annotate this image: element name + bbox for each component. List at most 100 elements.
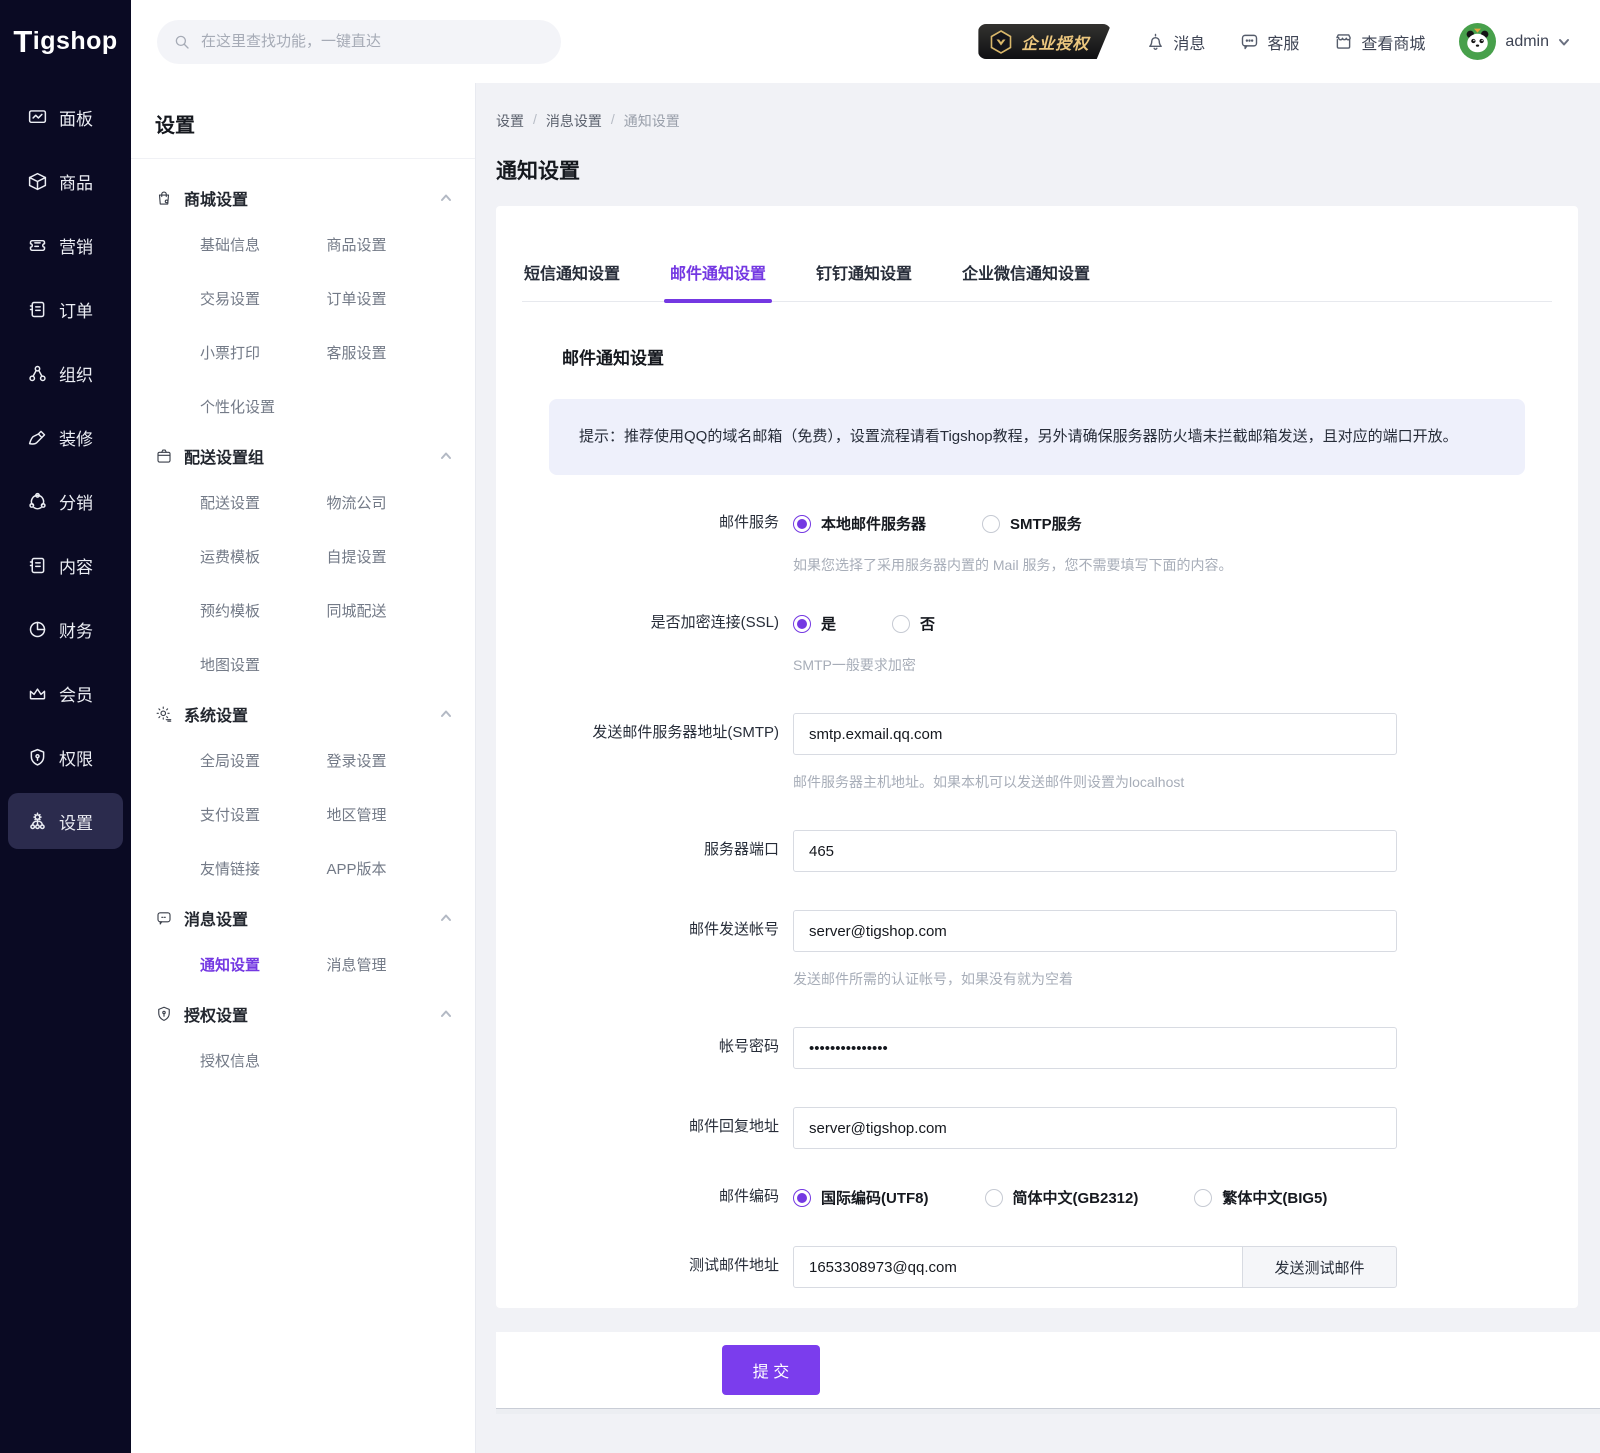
submenu-item[interactable]: 自提设置 (327, 546, 454, 567)
radio-encoding-utf8[interactable]: 国际编码(UTF8) (793, 1187, 929, 1208)
form-row-test-email: 测试邮件地址 发送测试邮件 (522, 1246, 1552, 1288)
radio-encoding-big5[interactable]: 繁体中文(BIG5) (1194, 1187, 1327, 1208)
sidebar-item-content[interactable]: 内容 (0, 533, 131, 597)
license-label: 企业授权 (1021, 30, 1089, 54)
settings-sidebar-title: 设置 (131, 83, 475, 159)
sidebar-item-dashboard[interactable]: 面板 (0, 85, 131, 149)
radio-local-mail-server[interactable]: 本地邮件服务器 (793, 513, 926, 534)
form-row-smtp-host: 发送邮件服务器地址(SMTP) 邮件服务器主机地址。如果本机可以发送邮件则设置为… (522, 713, 1552, 792)
field-label: 邮件发送帐号 (522, 910, 779, 989)
submenu-item[interactable]: 预约模板 (200, 600, 327, 621)
group-header-delivery-settings[interactable]: 配送设置组 (155, 444, 453, 468)
breadcrumb-item[interactable]: 消息设置 (546, 111, 602, 131)
radio-label: 繁体中文(BIG5) (1222, 1187, 1327, 1208)
account-password-input[interactable] (793, 1027, 1397, 1069)
submit-button[interactable]: 提 交 (722, 1345, 820, 1395)
sidebar-item-label: 商品 (59, 169, 93, 194)
submenu-item[interactable]: 客服设置 (327, 342, 454, 363)
support-button[interactable]: 客服 (1239, 30, 1299, 54)
reply-address-input[interactable] (793, 1107, 1397, 1149)
submenu-item[interactable]: 运费模板 (200, 546, 327, 567)
tab-wecom-notification[interactable]: 企业微信通知设置 (960, 260, 1092, 284)
chevron-up-icon[interactable] (439, 191, 453, 205)
breadcrumb-item-current: 通知设置 (624, 111, 680, 131)
submenu-item-notification-settings[interactable]: 通知设置 (200, 954, 327, 975)
radio-icon (892, 615, 910, 633)
notice-banner: 提示：推荐使用QQ的域名邮箱（免费），设置流程请看Tigshop教程，另外请确保… (549, 399, 1525, 475)
submenu-item[interactable]: 地图设置 (200, 654, 327, 675)
search-input[interactable] (157, 20, 561, 64)
smtp-host-input[interactable] (793, 713, 1397, 755)
submenu-item[interactable]: 支付设置 (200, 804, 327, 825)
field-control (793, 1027, 1397, 1069)
chevron-up-icon[interactable] (439, 911, 453, 925)
group-header-license-settings[interactable]: 授权设置 (155, 1002, 453, 1026)
test-email-input[interactable] (793, 1246, 1243, 1288)
server-port-input[interactable] (793, 830, 1397, 872)
sidebar-item-members[interactable]: 会员 (0, 661, 131, 725)
sidebar-item-settings[interactable]: 设置 (8, 793, 123, 849)
brush-icon (27, 427, 48, 448)
sidebar-item-label: 设置 (59, 809, 93, 834)
field-help: 发送邮件所需的认证帐号，如果没有就为空着 (793, 969, 1397, 989)
submenu-item[interactable]: 商品设置 (327, 234, 454, 255)
sidebar-item-organization[interactable]: 组织 (0, 341, 131, 405)
chevron-up-icon[interactable] (439, 707, 453, 721)
sidebar-item-orders[interactable]: 订单 (0, 277, 131, 341)
submenu-item[interactable]: 登录设置 (327, 750, 454, 771)
submenu-item[interactable]: 基础信息 (200, 234, 327, 255)
radio-label: 国际编码(UTF8) (821, 1187, 929, 1208)
radio-ssl-yes[interactable]: 是 (793, 613, 836, 634)
chevron-up-icon[interactable] (439, 449, 453, 463)
bottom-strip (496, 1408, 1600, 1414)
submenu-item[interactable]: 授权信息 (200, 1050, 327, 1071)
submenu-item[interactable]: 配送设置 (200, 492, 327, 513)
chat-bubble-icon (1239, 31, 1260, 52)
submenu-item[interactable]: 物流公司 (327, 492, 454, 513)
tab-dingtalk-notification[interactable]: 钉钉通知设置 (814, 260, 914, 284)
radio-icon (1194, 1189, 1212, 1207)
sidebar-item-permissions[interactable]: 权限 (0, 725, 131, 789)
chevron-up-icon[interactable] (439, 1007, 453, 1021)
sidebar-item-distribution[interactable]: 分销 (0, 469, 131, 533)
radio-ssl-no[interactable]: 否 (892, 613, 935, 634)
radio-smtp-service[interactable]: SMTP服务 (982, 513, 1082, 534)
submenu-item[interactable]: 订单设置 (327, 288, 454, 309)
page-title: 通知设置 (496, 155, 1578, 185)
pie-chart-icon (27, 619, 48, 640)
breadcrumb-item[interactable]: 设置 (496, 111, 524, 131)
group-header-message-settings[interactable]: 消息设置 (155, 906, 453, 930)
submenu-item[interactable]: 消息管理 (327, 954, 454, 975)
tab-email-notification[interactable]: 邮件通知设置 (668, 260, 768, 284)
submenu-item[interactable]: APP版本 (327, 858, 454, 879)
enterprise-license-badge[interactable]: 企业授权 (978, 24, 1111, 59)
sidebar-item-decoration[interactable]: 装修 (0, 405, 131, 469)
tab-sms-notification[interactable]: 短信通知设置 (522, 260, 622, 284)
sidebar-item-products[interactable]: 商品 (0, 149, 131, 213)
field-label: 邮件回复地址 (522, 1107, 779, 1149)
app-logo[interactable]: Tigshop (0, 0, 131, 83)
submenu-item[interactable]: 同城配送 (327, 600, 454, 621)
primary-nav: 面板 商品 营销 订单 组织 装修 分销 内容 (0, 83, 131, 849)
mail-account-input[interactable] (793, 910, 1397, 952)
submenu-item[interactable]: 地区管理 (327, 804, 454, 825)
group-header-system-settings[interactable]: 系统设置 (155, 702, 453, 726)
radio-label: 是 (821, 613, 836, 634)
send-test-email-button[interactable]: 发送测试邮件 (1242, 1246, 1397, 1288)
submenu-item[interactable]: 友情链接 (200, 858, 327, 879)
group-header-shop-settings[interactable]: 商城设置 (155, 186, 453, 210)
messages-button[interactable]: 消息 (1145, 30, 1205, 54)
submenu-item[interactable]: 小票打印 (200, 342, 327, 363)
sidebar-item-label: 权限 (59, 745, 93, 770)
sidebar-item-finance[interactable]: 财务 (0, 597, 131, 661)
sidebar-item-marketing[interactable]: 营销 (0, 213, 131, 277)
submenu-item[interactable]: 交易设置 (200, 288, 327, 309)
breadcrumb: 设置 / 消息设置 / 通知设置 (496, 111, 1578, 131)
submenu-item[interactable]: 个性化设置 (200, 396, 327, 417)
submenu-item[interactable]: 全局设置 (200, 750, 327, 771)
gear-icon (155, 705, 173, 723)
view-shop-button[interactable]: 查看商城 (1333, 30, 1425, 54)
radio-label: 本地邮件服务器 (821, 513, 926, 534)
radio-encoding-gb2312[interactable]: 简体中文(GB2312) (985, 1187, 1139, 1208)
user-menu[interactable]: admin (1459, 23, 1570, 60)
